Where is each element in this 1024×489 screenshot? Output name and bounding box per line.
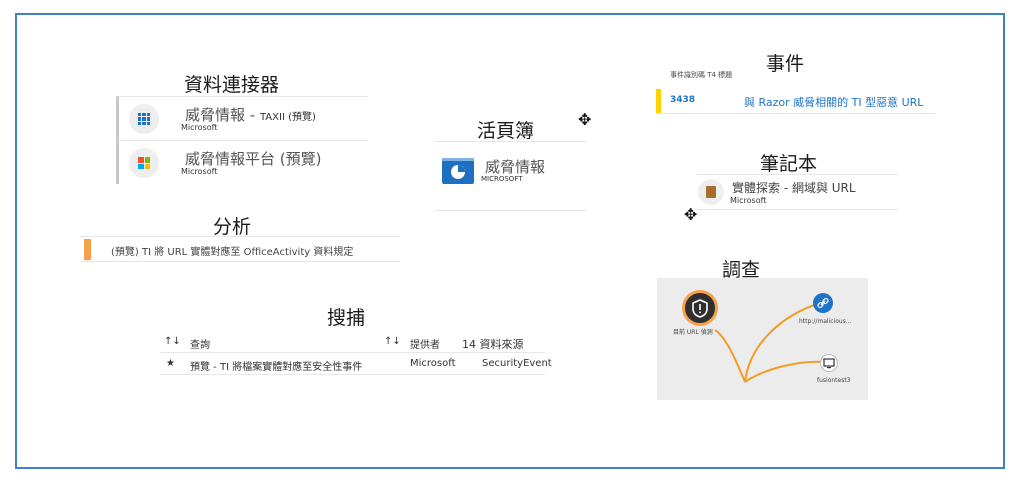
star-icon[interactable]: ★ — [166, 358, 175, 369]
column-header-provider[interactable]: 提供者 — [410, 336, 440, 351]
connector-publisher: Microsoft — [181, 123, 218, 132]
notebook-publisher: Microsoft — [730, 196, 767, 205]
data-connectors-title: 資料連接器 — [184, 74, 280, 96]
column-header-datasource[interactable]: 14 資料來源 — [462, 336, 524, 352]
workbook-publisher: MICROSOFT — [481, 175, 523, 183]
incident-id[interactable]: 3438 — [670, 95, 695, 105]
computer-icon[interactable] — [820, 354, 838, 372]
shield-icon[interactable] — [682, 290, 718, 326]
analytics-title: 分析 — [213, 216, 252, 238]
severity-bar — [656, 89, 661, 113]
hunting-provider: Microsoft — [410, 358, 456, 369]
workbook-icon — [442, 158, 474, 184]
notebook-icon — [698, 179, 724, 205]
incidents-header: 事件識別碼 T4 標題 — [670, 71, 733, 79]
column-header-query[interactable]: 查詢 — [190, 336, 210, 351]
hunting-table: ↑↓ 查詢 ↑↓ 提供者 14 資料來源 ★ 預覽 - TI 將檔案實體對應至安… — [160, 331, 552, 375]
incident-row[interactable]: 3438 與 Razor 威脅相關的 TI 型惡意 URL — [656, 88, 936, 114]
node-label: 目前 URL 偵測 — [673, 329, 713, 336]
hunting-query-name: 預覽 - TI 將檔案實體對應至安全性事件 — [190, 362, 363, 373]
sort-icon[interactable]: ↑↓ — [164, 336, 181, 347]
analytics-rule-text: (預覽) TI 將 URL 實體對應至 OfficeActivity 資料規定 — [111, 247, 354, 258]
workbook-card[interactable]: 威脅情報 MICROSOFT — [435, 141, 587, 211]
link-icon[interactable] — [813, 293, 833, 313]
workbooks-title: 活頁簿 — [477, 120, 535, 142]
notebook-card[interactable]: 實體探索 - 網域與 URL Microsoft — [696, 174, 899, 210]
hunting-datasource: SecurityEvent — [482, 358, 552, 369]
notebook-name: 實體探索 - 網域與 URL — [732, 181, 856, 195]
connector-item-tip[interactable]: 威脅情報平台 (預覽) Microsoft — [116, 140, 368, 184]
severity-bar — [84, 239, 91, 260]
microsoft-logo-icon — [129, 148, 159, 178]
grid-icon — [129, 104, 159, 134]
connector-item-taxii[interactable]: 威脅情報 - TAXII (預覽) Microsoft — [116, 96, 368, 140]
move-cursor-icon: ✥ — [578, 110, 592, 129]
connector-name-suffix: TAXII (預覽) — [259, 112, 316, 123]
connector-name-main: 威脅情報 - — [185, 106, 256, 124]
analytics-rule-row[interactable]: (預覽) TI 將 URL 實體對應至 OfficeActivity 資料規定 — [80, 236, 400, 262]
connector-name: 威脅情報 - TAXII (預覽) — [185, 104, 316, 125]
node-label: http://malicious... — [799, 318, 852, 325]
hunting-header-row: ↑↓ 查詢 ↑↓ 提供者 14 資料來源 — [160, 331, 545, 353]
notebooks-title: 筆記本 — [760, 153, 818, 175]
investigation-graph[interactable]: 目前 URL 偵測 http://malicious... fusiontest… — [657, 278, 868, 400]
connector-name-main: 威脅情報平台 (預覽) — [185, 150, 322, 168]
sort-icon[interactable]: ↑↓ — [384, 336, 401, 347]
hunting-title: 搜捕 — [327, 307, 366, 329]
connector-publisher: Microsoft — [181, 167, 218, 176]
incidents-title: 事件 — [766, 53, 805, 75]
move-cursor-icon: ✥ — [684, 205, 698, 224]
connector-name: 威脅情報平台 (預覽) — [185, 148, 321, 169]
node-label: fusiontest3 — [817, 377, 851, 384]
workbook-name: 威脅情報 — [485, 158, 546, 176]
incident-title[interactable]: 與 Razor 威脅相關的 TI 型惡意 URL — [744, 94, 923, 110]
table-row[interactable]: ★ 預覽 - TI 將檔案實體對應至安全性事件 Microsoft Securi… — [160, 353, 552, 375]
